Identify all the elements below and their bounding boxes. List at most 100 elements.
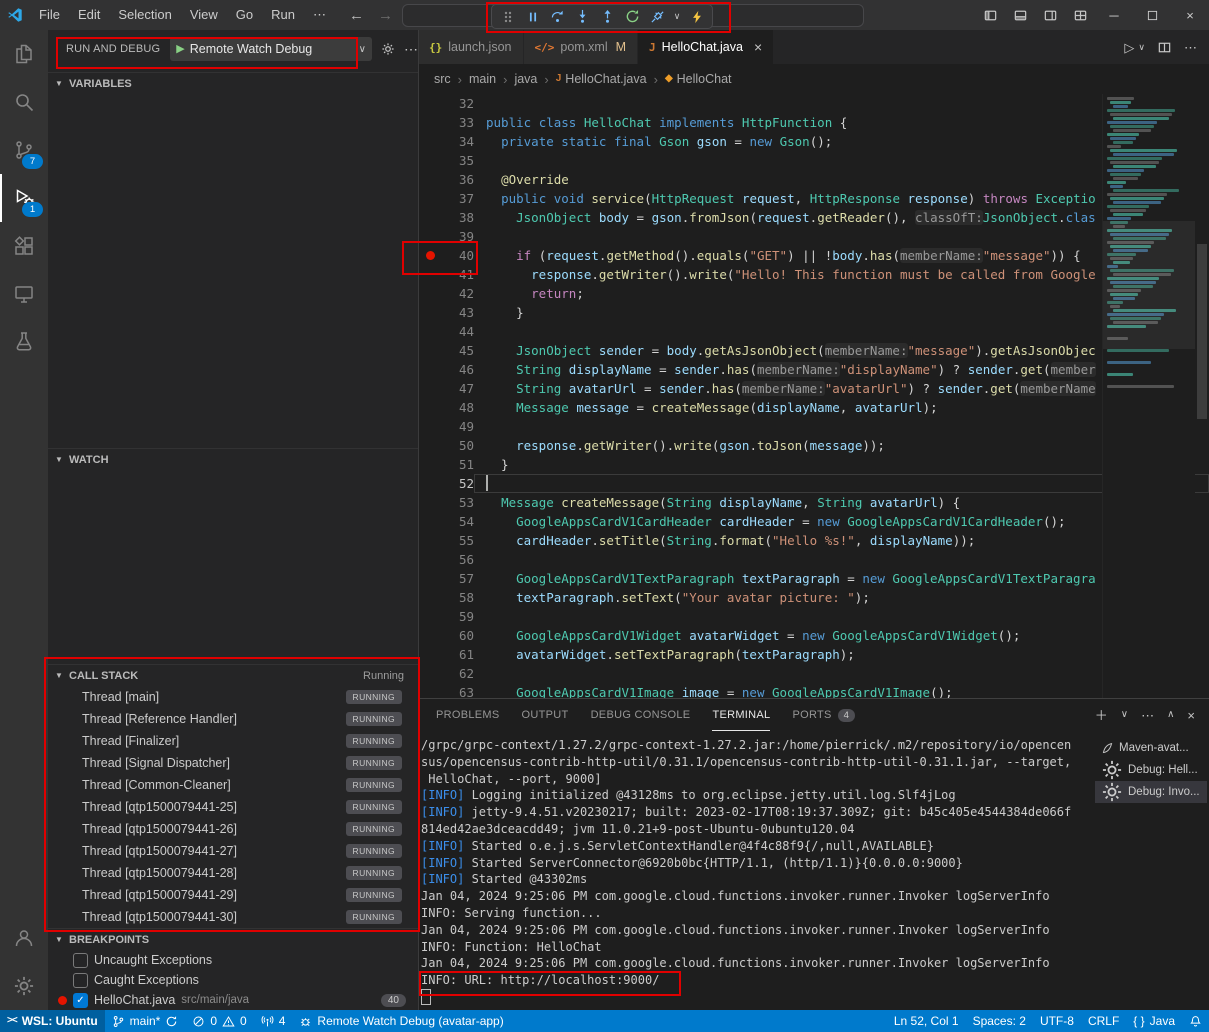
tab-pom-xml[interactable]: </>pom.xmlM — [524, 30, 639, 64]
call-stack-thread[interactable]: Thread [qtp1500079441-27]RUNNING — [48, 840, 418, 862]
terminal-instance[interactable]: Debug: Invo... — [1095, 781, 1207, 803]
code-line-32[interactable]: 32 — [418, 94, 1209, 113]
code-line-61[interactable]: 61 avatarWidget.setTextParagraph(textPar… — [418, 645, 1209, 664]
code-line-49[interactable]: 49 — [418, 417, 1209, 436]
breakpoint-gutter[interactable] — [418, 626, 442, 645]
breakpoint-gutter[interactable] — [418, 246, 442, 265]
breakpoint-gutter[interactable] — [418, 284, 442, 303]
code-line-37[interactable]: 37 public void service(HttpRequest reque… — [418, 189, 1209, 208]
code-line-43[interactable]: 43 } — [418, 303, 1209, 322]
menu-run[interactable]: Run — [262, 4, 304, 26]
code-line-42[interactable]: 42 return; — [418, 284, 1209, 303]
activity-search[interactable] — [0, 78, 48, 126]
breakpoint-gutter[interactable] — [418, 322, 442, 341]
call-stack-thread[interactable]: Thread [qtp1500079441-26]RUNNING — [48, 818, 418, 840]
breakpoint-row[interactable]: Caught Exceptions — [48, 970, 418, 990]
breakpoint-gutter[interactable] — [418, 683, 442, 698]
code-line-34[interactable]: 34 private static final Gson gson = new … — [418, 132, 1209, 151]
call-stack-thread[interactable]: Thread [main]RUNNING — [48, 686, 418, 708]
editor-scrollbar[interactable] — [1195, 94, 1209, 698]
pause-button[interactable] — [520, 6, 545, 27]
code-line-40[interactable]: 40 if (request.getMethod().equals("GET")… — [418, 246, 1209, 265]
back-arrow-icon[interactable]: ← — [349, 8, 364, 23]
call-stack-thread[interactable]: Thread [qtp1500079441-30]RUNNING — [48, 906, 418, 928]
close-tab-icon[interactable]: × — [754, 39, 762, 55]
code-line-41[interactable]: 41 response.getWriter().write("Hello! Th… — [418, 265, 1209, 284]
breakpoint-gutter[interactable] — [418, 493, 442, 512]
breadcrumb-item[interactable]: JHelloChat.java — [556, 72, 647, 86]
code-line-39[interactable]: 39 — [418, 227, 1209, 246]
call-stack-section-header[interactable]: ▼ CALL STACK Running — [48, 664, 418, 686]
ellipsis-button[interactable]: ⋯ — [1141, 709, 1154, 722]
breadcrumb-item[interactable]: ◆HelloChat — [665, 72, 732, 86]
code-line-57[interactable]: 57 GoogleAppsCardV1TextParagraph textPar… — [418, 569, 1209, 588]
breadcrumb-item[interactable]: src — [434, 72, 451, 86]
breakpoint-gutter[interactable] — [418, 303, 442, 322]
call-stack-thread[interactable]: Thread [Signal Dispatcher]RUNNING — [48, 752, 418, 774]
run-button[interactable]: ▷ — [1124, 41, 1134, 54]
breakpoint-gutter[interactable] — [418, 588, 442, 607]
code-line-54[interactable]: 54 GoogleAppsCardV1CardHeader cardHeader… — [418, 512, 1209, 531]
call-stack-thread[interactable]: Thread [qtp1500079441-25]RUNNING — [48, 796, 418, 818]
step-into-button[interactable] — [570, 6, 595, 27]
watch-section-header[interactable]: ▼ WATCH — [48, 448, 418, 470]
breakpoint-gutter[interactable] — [418, 664, 442, 683]
breakpoint-gutter[interactable] — [418, 607, 442, 626]
drag-handle-button[interactable] — [495, 6, 520, 27]
panel-tab-output[interactable]: OUTPUT — [522, 699, 569, 731]
chevron-down-button[interactable]: ∨ — [1138, 43, 1145, 52]
activity-accounts[interactable] — [0, 914, 48, 962]
breakpoint-gutter[interactable] — [418, 360, 442, 379]
breakpoint-gutter[interactable] — [418, 569, 442, 588]
breakpoint-gutter[interactable] — [418, 151, 442, 170]
call-stack-thread[interactable]: Thread [Common-Cleaner]RUNNING — [48, 774, 418, 796]
breakpoint-gutter[interactable] — [418, 474, 442, 493]
activity-testing[interactable] — [0, 318, 48, 366]
status-encoding[interactable]: UTF-8 — [1033, 1010, 1081, 1032]
breakpoint-gutter[interactable] — [418, 341, 442, 360]
debug-config-dropdown[interactable]: ▶ Remote Watch Debug ∨ — [170, 37, 372, 61]
breakpoint-gutter[interactable] — [418, 512, 442, 531]
minimize-button[interactable]: ─ — [1095, 0, 1133, 30]
panel-tab-problems[interactable]: PROBLEMS — [436, 699, 500, 731]
activity-manage[interactable] — [0, 962, 48, 1010]
breadcrumb-item[interactable]: java — [514, 72, 537, 86]
status-indentation[interactable]: Spaces: 2 — [966, 1010, 1033, 1032]
call-stack-thread[interactable]: Thread [qtp1500079441-29]RUNNING — [48, 884, 418, 906]
menu-go[interactable]: Go — [227, 4, 262, 26]
layout-sidebar-button[interactable] — [975, 0, 1005, 30]
terminal-link[interactable]: INFO: URL: http://localhost:9000/ — [421, 973, 659, 987]
code-line-46[interactable]: 46 String displayName = sender.has(membe… — [418, 360, 1209, 379]
scrollbar-thumb[interactable] — [1197, 244, 1207, 419]
code-line-63[interactable]: 63 GoogleAppsCardV1Image image = new Goo… — [418, 683, 1209, 698]
code-line-51[interactable]: 51 } — [418, 455, 1209, 474]
activity-source-control[interactable]: 7 — [0, 126, 48, 174]
breakpoint-gutter[interactable] — [418, 227, 442, 246]
step-out-button[interactable] — [595, 6, 620, 27]
maximize-button[interactable] — [1133, 0, 1171, 30]
menu-edit[interactable]: Edit — [69, 4, 109, 26]
code-line-62[interactable]: 62 — [418, 664, 1209, 683]
status-remote-indicator[interactable]: ><WSL: Ubuntu — [0, 1010, 105, 1032]
breakpoint-gutter[interactable] — [418, 265, 442, 284]
chevron-up-button[interactable]: ∧ — [1167, 710, 1174, 720]
breakpoint-gutter[interactable] — [418, 455, 442, 474]
breakpoint-gutter[interactable] — [418, 170, 442, 189]
more-debug-actions-button[interactable]: ∨ — [670, 6, 684, 27]
code-line-38[interactable]: 38 JsonObject body = gson.fromJson(reque… — [418, 208, 1209, 227]
breakpoint-gutter[interactable] — [418, 531, 442, 550]
chevron-down-button[interactable]: ∨ — [1121, 710, 1128, 720]
breakpoint-gutter[interactable] — [418, 113, 442, 132]
layout-panel-button[interactable] — [1005, 0, 1035, 30]
breakpoint-gutter[interactable] — [418, 132, 442, 151]
menu-file[interactable]: File — [30, 4, 69, 26]
activity-run-and-debug[interactable]: 1 — [0, 174, 48, 222]
code-editor[interactable]: 3233public class HelloChat implements Ht… — [418, 94, 1209, 698]
panel-tab-debug-console[interactable]: DEBUG CONSOLE — [591, 699, 691, 731]
code-line-53[interactable]: 53 Message createMessage(String displayN… — [418, 493, 1209, 512]
breakpoint-gutter[interactable] — [418, 436, 442, 455]
breakpoint-checkbox[interactable]: ✓ — [73, 993, 88, 1008]
hot-code-replace-button[interactable] — [684, 6, 709, 27]
status-forwarded-ports[interactable]: 4 — [254, 1010, 293, 1032]
menu-[interactable]: ⋯ — [304, 4, 335, 26]
